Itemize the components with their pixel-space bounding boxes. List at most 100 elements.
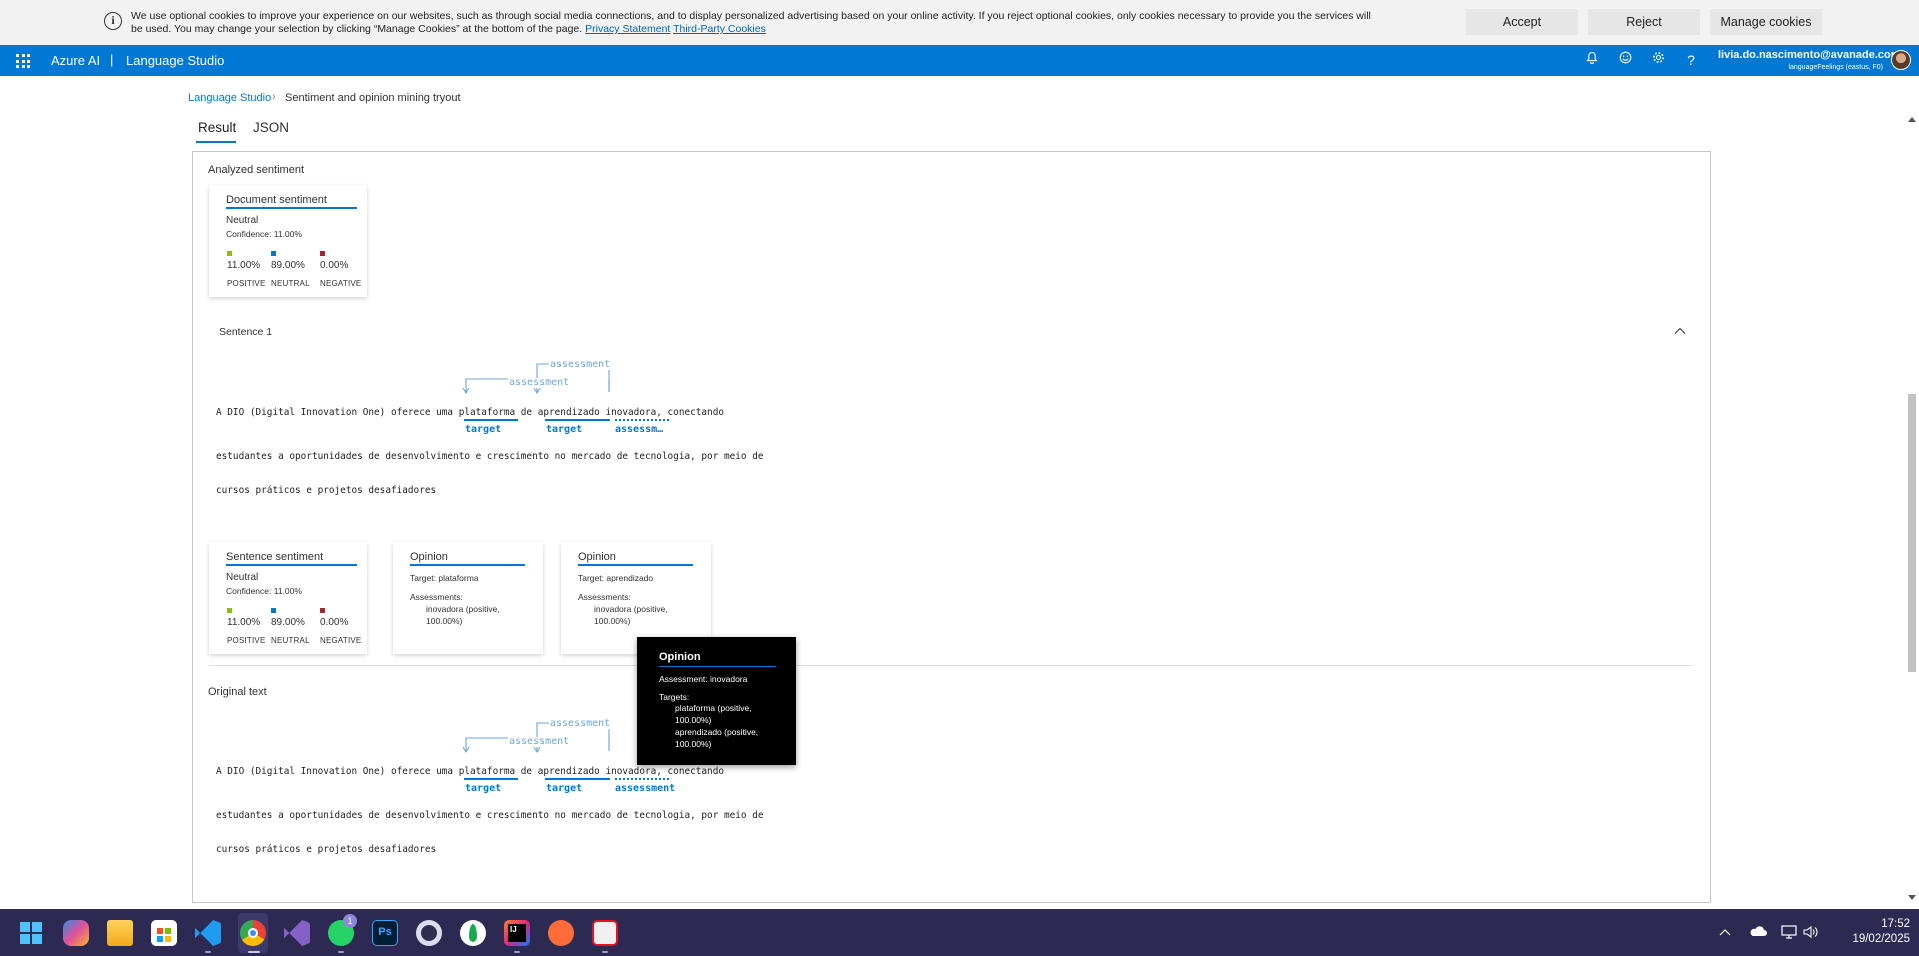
scroll-down-arrow-icon[interactable]	[1908, 895, 1916, 901]
tab-result[interactable]: Result	[198, 120, 236, 135]
target-underline	[464, 419, 518, 421]
info-icon: i	[104, 12, 122, 30]
scroll-up-arrow-icon[interactable]	[1908, 117, 1916, 123]
arc-label-assessment-1: assessment	[549, 359, 612, 370]
photoshop-icon[interactable]: Ps	[372, 920, 398, 946]
brand-name[interactable]: Azure AI	[51, 53, 100, 68]
scrollbar-thumb[interactable]	[1908, 394, 1916, 672]
chevron-up-icon[interactable]	[1674, 327, 1686, 335]
vscode-icon[interactable]	[195, 920, 221, 946]
result-panel: Analyzed sentiment Document sentiment Ne…	[192, 151, 1711, 903]
tab-json[interactable]: JSON	[253, 120, 289, 135]
cookie-message: We use optional cookies to improve your …	[131, 10, 1371, 36]
target-underline	[545, 778, 610, 780]
neutral-label: NEUTRAL	[271, 279, 310, 288]
privacy-statement-link[interactable]: Privacy Statement	[585, 23, 670, 35]
negative-pct: 0.00%	[320, 260, 349, 271]
positive-swatch	[227, 608, 232, 613]
tray-chevron-up-icon[interactable]	[1719, 928, 1731, 936]
opinion-target: Target: aprendizado	[578, 573, 654, 583]
original-line-3: cursos práticos e projetos desafiadores	[216, 844, 437, 855]
assessment-underline	[615, 778, 669, 780]
target-underline	[545, 419, 610, 421]
chrome-icon[interactable]	[240, 920, 266, 946]
assessment-label[interactable]: assessm…	[615, 424, 663, 435]
original-line-1: A DIO (Digital Innovation One) oferece u…	[216, 766, 724, 777]
mongodb-compass-icon[interactable]	[460, 920, 486, 946]
help-icon[interactable]: ?	[1682, 51, 1700, 69]
avatar[interactable]	[1891, 50, 1911, 70]
snipping-tool-icon[interactable]	[592, 920, 618, 946]
sentence-confidence: Confidence: 11.00%	[226, 586, 302, 596]
target-label[interactable]: target	[546, 783, 582, 794]
tooltip-title-underline	[659, 666, 776, 667]
positive-pct: 11.00%	[227, 260, 261, 271]
breadcrumb-root[interactable]: Language Studio	[188, 92, 271, 104]
sentence-line-1: A DIO (Digital Innovation One) oferece u…	[216, 407, 724, 418]
user-email[interactable]: livia.do.nascimento@avanade.com	[1718, 49, 1901, 61]
neutral-swatch	[271, 251, 276, 256]
bell-icon[interactable]	[1583, 51, 1601, 69]
original-line-2: estudantes a oportunidades de desenvolvi…	[216, 810, 764, 821]
neutral-pct: 89.00%	[271, 617, 305, 628]
postman-icon[interactable]	[548, 920, 574, 946]
sentence-line-3: cursos práticos e projetos desafiadores	[216, 485, 437, 496]
neutral-label: NEUTRAL	[271, 636, 310, 645]
page-scrollbar[interactable]	[1905, 110, 1919, 910]
arc-label-assessment-2: assessment	[508, 736, 571, 747]
running-indicator	[205, 951, 211, 953]
running-indicator	[602, 951, 608, 953]
volume-icon[interactable]	[1803, 925, 1819, 939]
section-divider	[209, 665, 1693, 666]
arc-label-assessment-2: assessment	[508, 377, 571, 388]
card-title-underline	[226, 207, 357, 209]
document-sentiment-card: Document sentiment Neutral Confidence: 1…	[209, 185, 367, 297]
accept-cookies-button[interactable]: Accept	[1466, 9, 1578, 35]
tooltip-targets-label: Targets:	[659, 692, 690, 702]
product-name[interactable]: Language Studio	[126, 53, 224, 68]
network-icon[interactable]	[1781, 925, 1797, 939]
manage-cookies-button[interactable]: Manage cookies	[1710, 9, 1822, 35]
negative-pct: 0.00%	[320, 617, 349, 628]
windows-start-icon[interactable]	[20, 922, 42, 944]
target-label[interactable]: target	[546, 424, 582, 435]
document-sentiment-title: Document sentiment	[226, 194, 327, 206]
sentence-line-2: estudantes a oportunidades de desenvolvi…	[216, 451, 764, 462]
feedback-smiley-icon[interactable]	[1616, 51, 1634, 69]
onedrive-cloud-icon[interactable]	[1749, 926, 1767, 937]
assessment-label[interactable]: assessment	[615, 783, 675, 794]
reject-cookies-button[interactable]: Reject	[1588, 9, 1700, 35]
positive-label: POSITIVE	[227, 636, 266, 645]
opinion-assessments-label: Assessments:	[578, 592, 631, 602]
microsoft-store-icon[interactable]	[151, 920, 177, 946]
opinion-title: Opinion	[410, 551, 448, 563]
opinion-assessment: inovadora (positive, 100.00%)	[426, 604, 500, 626]
opinion-title: Opinion	[578, 551, 616, 563]
visual-studio-icon[interactable]	[284, 920, 310, 946]
file-explorer-icon[interactable]	[107, 920, 133, 946]
tab-active-indicator	[196, 141, 236, 143]
system-clock[interactable]: 17:52 19/02/2025	[1830, 918, 1910, 945]
sentence-header[interactable]: Sentence 1	[219, 326, 272, 338]
user-resource: languageFeelings (eastus, F0)	[1788, 64, 1883, 71]
card-title-underline	[226, 564, 357, 566]
target-label[interactable]: target	[465, 424, 501, 435]
negative-label: NEGATIVE	[320, 279, 362, 288]
breadcrumb-chevron-icon: ›	[272, 91, 276, 103]
running-indicator	[514, 951, 520, 953]
running-indicator	[338, 951, 344, 953]
card-title-underline	[578, 564, 693, 566]
taskbar: 1 Ps IJ 17:52 19/02/2025	[0, 909, 1919, 956]
opinion-tooltip: Opinion Assessment: inovadora Targets: p…	[637, 637, 796, 765]
intellij-icon[interactable]: IJ	[504, 920, 530, 946]
opinion-assessment: inovadora (positive, 100.00%)	[594, 604, 668, 626]
app-launcher-icon[interactable]	[16, 54, 30, 68]
copilot-icon[interactable]	[63, 920, 89, 946]
obs-icon[interactable]	[416, 920, 442, 946]
negative-swatch	[320, 608, 325, 613]
third-party-cookies-link[interactable]: Third-Party Cookies	[673, 23, 766, 35]
gear-icon[interactable]	[1649, 51, 1667, 69]
target-label[interactable]: target	[465, 783, 501, 794]
negative-swatch	[320, 251, 325, 256]
sentence-sentiment-label: Neutral	[226, 572, 259, 583]
